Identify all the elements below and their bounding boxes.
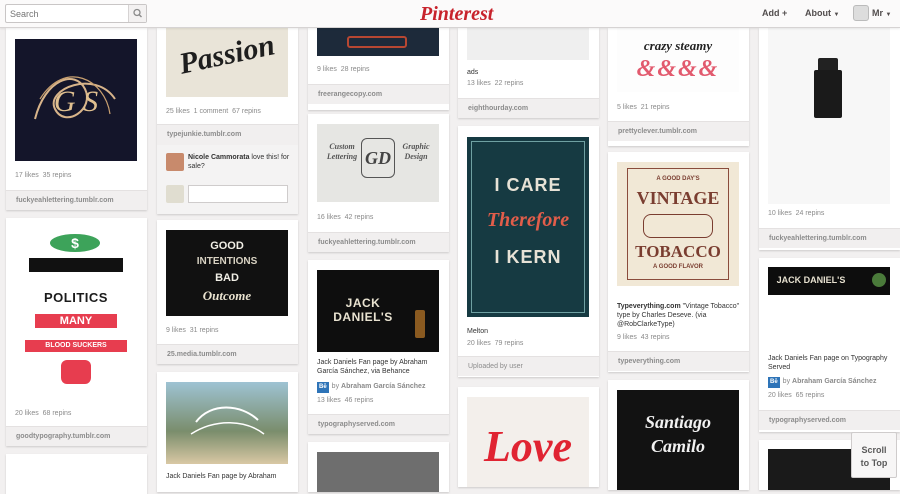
add-label: Add [762, 8, 780, 18]
pin-card[interactable]: crazy steamy &&&& 5 likes 21 repins pret… [608, 28, 749, 146]
pin-source[interactable]: prettyclever.tumblr.com [608, 121, 749, 141]
pin-card[interactable] [308, 442, 449, 492]
search-box [5, 4, 147, 23]
pin-description: Jack Daniels Fan page by Abraham García … [317, 359, 428, 375]
pin-card[interactable]: Love [458, 387, 599, 487]
pin-image[interactable]: Custom Lettering GD Graphic Design [317, 124, 439, 202]
pin-stats: 13 likes 22 repins [467, 80, 524, 87]
pin-image[interactable] [317, 452, 439, 492]
pin-stats: 10 likes 24 repins [768, 210, 825, 217]
pin-source[interactable]: fuckyeahlettering.tumblr.com [759, 228, 900, 248]
pin-description: Jack Daniels Fan page by Abraham [166, 473, 277, 480]
chevron-down-icon: ▼ [833, 12, 840, 18]
pin-card[interactable]: JACK DANIEL'S Jack Daniels Fan page on T… [759, 258, 900, 432]
pin-image[interactable]: GOOD INTENTIONS BAD Outcome [166, 230, 288, 316]
top-navigation-bar: Pinterest Add + About ▼ Mr ▼ [0, 0, 900, 28]
search-icon [133, 8, 142, 18]
about-menu[interactable]: About ▼ [805, 8, 839, 18]
pin-card[interactable]: A GOOD DAY'S VINTAGE TOBACCO A GOOD FLAV… [608, 152, 749, 372]
pin-card[interactable]: GOOD INTENTIONS BAD Outcome 9 likes 31 r… [157, 220, 298, 364]
pin-description: Jack Daniels Fan page on Typography Serv… [768, 355, 888, 371]
comment: Nicole Cammorata love this! for sale? [188, 154, 290, 170]
behance-icon: Bē [317, 382, 329, 393]
pin-image[interactable] [467, 28, 589, 60]
pin-stats: 20 likes 65 repins [768, 392, 825, 399]
pinterest-logo[interactable]: Pinterest [420, 3, 493, 26]
user-menu[interactable]: Mr ▼ [872, 8, 891, 18]
pin-stats: 5 likes 21 repins [617, 104, 670, 111]
pin-source[interactable]: typeverything.com [608, 351, 749, 371]
pin-stats: 16 likes 42 repins [317, 214, 374, 221]
pin-card[interactable]: I CARE Therefore I KERN Melton 20 likes … [458, 126, 599, 377]
pin-image[interactable]: I CARE Therefore I KERN [467, 137, 589, 317]
comment-input[interactable] [188, 185, 288, 203]
search-input[interactable] [6, 5, 130, 22]
pin-card[interactable]: Custom Lettering GD Graphic Design 16 like… [308, 114, 449, 252]
pin-source[interactable]: typographyserved.com [759, 410, 900, 430]
plus-icon: + [782, 8, 788, 18]
pin-card[interactable]: Santiago Camilo [608, 380, 749, 490]
pin-stats: 9 likes 31 repins [166, 327, 219, 334]
pin-source[interactable]: eighthourday.com [458, 98, 599, 118]
pin-image[interactable] [166, 382, 288, 464]
pin-stats: 9 likes 43 repins [617, 334, 670, 341]
pin-source[interactable]: fuckyeahlettering.tumblr.com [6, 190, 147, 210]
pin-card[interactable]: G S 17 likes 35 repins fuckyeahlettering… [6, 28, 147, 210]
pin-card[interactable]: $ POLITICS MANY BLOOD SUCKERS 20 likes 6… [6, 218, 147, 446]
pin-image[interactable]: JACK DANIEL'S [768, 267, 890, 295]
pin-source[interactable]: typographyserved.com [308, 414, 449, 434]
about-label: About [805, 8, 831, 18]
pin-image[interactable] [768, 28, 890, 204]
pin-image[interactable] [317, 28, 439, 56]
pin-source[interactable]: typejunkie.tumblr.com [157, 124, 298, 145]
add-menu[interactable]: Add + [762, 8, 787, 18]
pin-stats: 20 likes 79 repins [467, 340, 524, 347]
pin-card[interactable] [6, 454, 147, 494]
pin-stats: 9 likes 28 repins [317, 66, 370, 73]
pin-description: Typeverything.com "Vintage Tobacco" type… [617, 303, 740, 328]
pin-source[interactable]: fuckyeahlettering.tumblr.com [308, 232, 449, 252]
pin-image[interactable]: Love [467, 397, 589, 487]
pin-source[interactable]: Uploaded by user [458, 356, 599, 376]
pin-image[interactable]: Santiago Camilo [617, 390, 739, 490]
pin-description: Melton [467, 328, 489, 335]
user-avatar [166, 185, 184, 203]
pin-source[interactable]: freerangecopy.com [308, 84, 449, 104]
chevron-down-icon: ▼ [885, 12, 892, 18]
pin-source[interactable]: goodtypography.tumblr.com [6, 426, 147, 446]
pin-image[interactable]: A GOOD DAY'S VINTAGE TOBACCO A GOOD FLAV… [617, 162, 739, 286]
pin-card[interactable]: 10 likes 24 repins fuckyeahlettering.tum… [759, 28, 900, 250]
commenter-avatar [166, 153, 184, 171]
pin-card[interactable]: JACK DANIEL'S Jack Daniels Fan page by A… [308, 260, 449, 434]
user-name: Mr [872, 8, 883, 18]
pin-stats: 20 likes 68 repins [15, 410, 72, 417]
pin-image[interactable]: crazy steamy &&&& [617, 28, 739, 92]
pin-card[interactable]: Passion 25 likes 1 comment 67 repins typ… [157, 28, 298, 214]
svg-text:G S: G S [54, 85, 98, 118]
pin-stats: 17 likes 35 repins [15, 172, 72, 179]
search-button[interactable] [128, 5, 146, 22]
pin-image[interactable]: $ POLITICS MANY BLOOD SUCKERS [15, 228, 137, 404]
pin-card[interactable]: ads 13 likes 22 repins eighthourday.com [458, 28, 599, 118]
pin-card[interactable]: 9 likes 28 repins freerangecopy.com [308, 28, 449, 110]
pin-image[interactable]: JACK DANIEL'S [317, 270, 439, 352]
pin-stats: 25 likes 1 comment 67 repins [166, 108, 261, 115]
pin-card[interactable]: Jack Daniels Fan page by Abraham [157, 372, 298, 492]
pin-stats: 13 likes 46 repins [317, 397, 374, 404]
pin-image[interactable]: G S [15, 39, 137, 161]
behance-icon: Bē [768, 377, 780, 388]
pin-attribution[interactable]: Bē by Abraham García Sánchez [317, 382, 443, 393]
pin-image[interactable]: Passion [166, 28, 288, 97]
pin-source[interactable]: 25.media.tumblr.com [157, 344, 298, 364]
scroll-to-top-button[interactable]: Scroll to Top [851, 432, 897, 478]
comments-section: Nicole Cammorata love this! for sale? [157, 145, 298, 214]
pin-attribution[interactable]: Bē by Abraham García Sánchez [768, 377, 894, 388]
pin-description: ads [467, 69, 479, 76]
user-avatar[interactable] [853, 5, 869, 21]
